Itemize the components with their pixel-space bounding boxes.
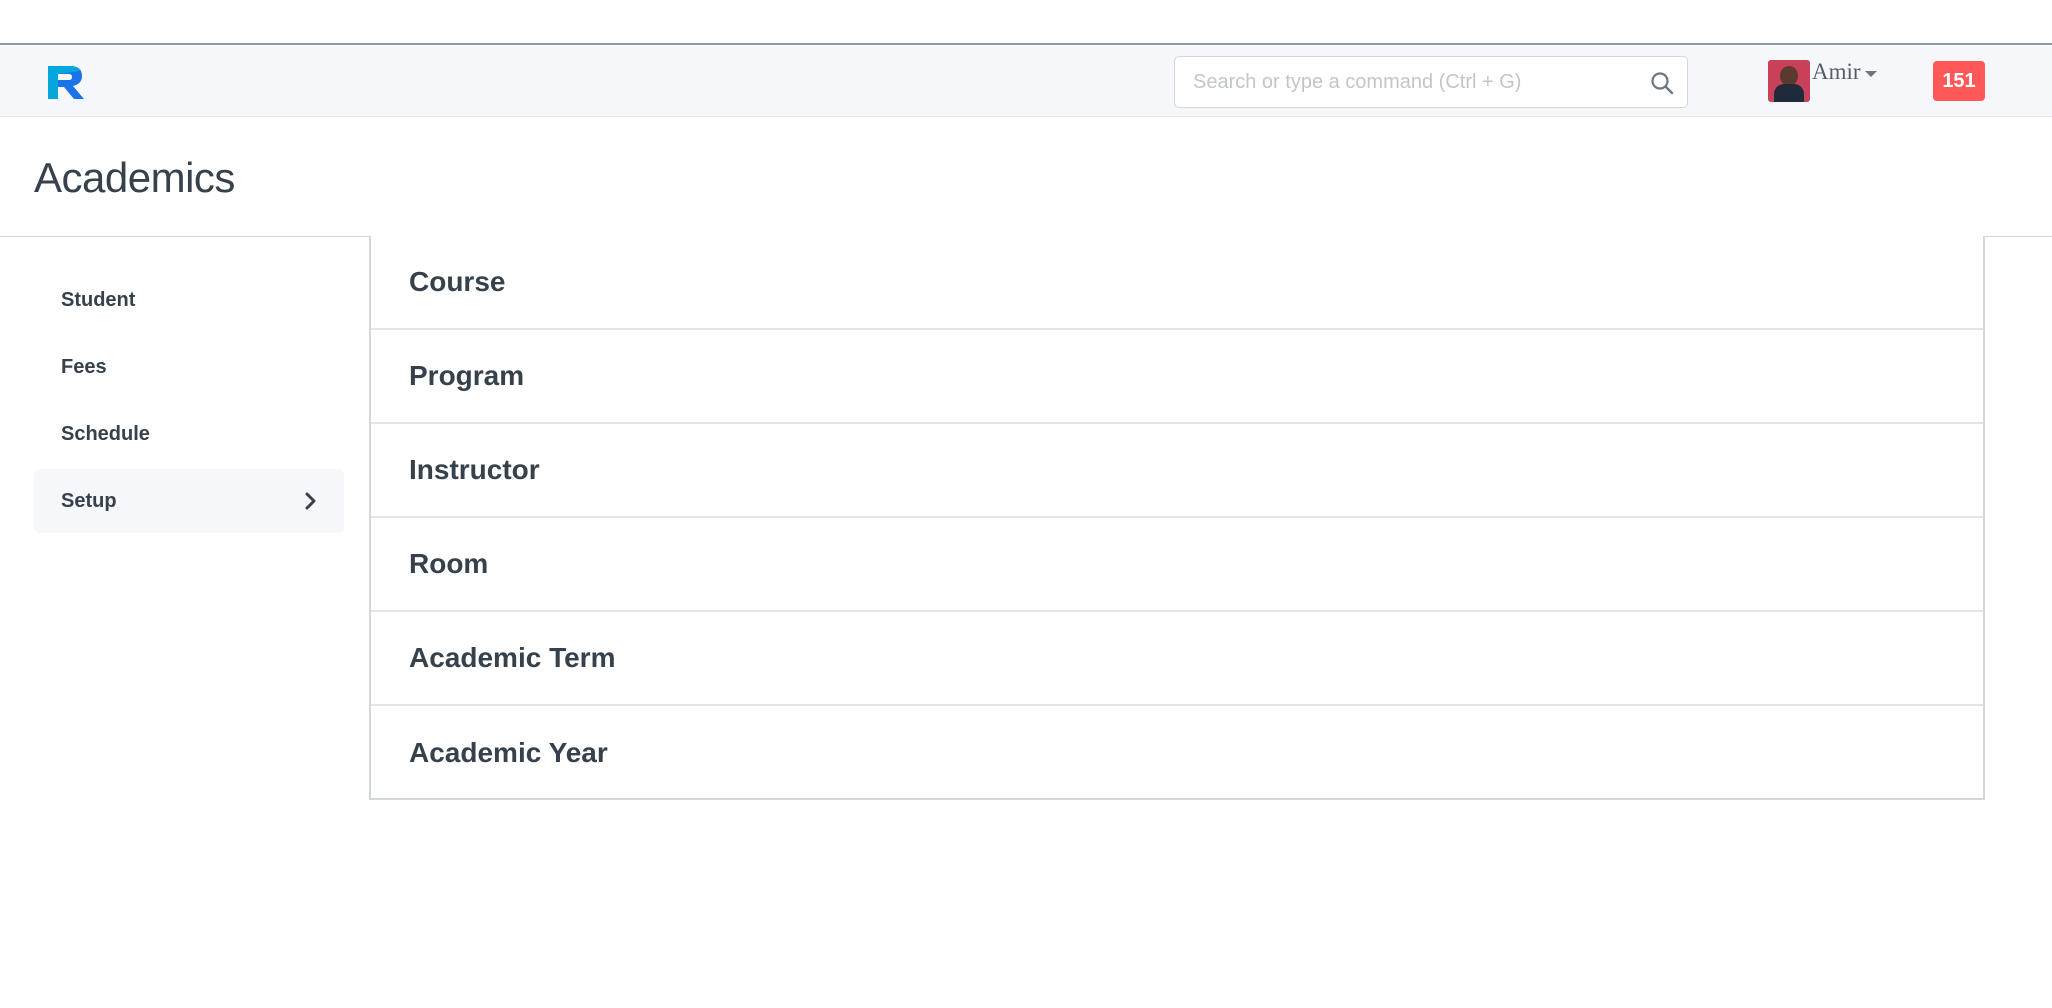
list-item-instructor[interactable]: Instructor [371,424,1983,518]
list-item-academic-year[interactable]: Academic Year [371,706,1983,800]
list-item-course[interactable]: Course [371,236,1983,330]
navbar: Amir 151 [0,46,2052,117]
search-input[interactable] [1175,57,1635,107]
avatar-face [1780,66,1798,86]
user-name[interactable]: Amir [1812,59,1861,85]
sidebar-item-label: Student [61,288,136,311]
window-top-strip [0,0,2052,45]
page-title: Academics [34,154,235,201]
notification-badge[interactable]: 151 [1933,61,1985,101]
sidebar-item-label: Setup [61,489,117,512]
user-menu[interactable]: Amir [1768,59,1877,102]
page-head: Academics [0,118,2052,237]
chevron-right-icon [304,491,318,511]
setup-list: Course Program Instructor Room Academic … [369,236,1985,800]
app-logo-icon[interactable] [44,62,88,102]
sidebar-item-student[interactable]: Student [34,268,344,332]
sidebar-item-schedule[interactable]: Schedule [34,402,344,466]
list-item-academic-term[interactable]: Academic Term [371,612,1983,706]
list-item-program[interactable]: Program [371,330,1983,424]
sidebar-item-label: Fees [61,355,107,378]
search-box[interactable] [1174,56,1688,108]
avatar[interactable] [1768,60,1810,102]
list-item-room[interactable]: Room [371,518,1983,612]
sidebar-item-setup[interactable]: Setup [34,469,344,533]
sidebar-item-fees[interactable]: Fees [34,335,344,399]
caret-down-icon[interactable] [1864,71,1877,77]
avatar-body [1774,84,1804,102]
search-icon[interactable] [1649,70,1675,96]
sidebar: Student Fees Schedule Setup [34,268,344,536]
sidebar-item-label: Schedule [61,422,150,445]
